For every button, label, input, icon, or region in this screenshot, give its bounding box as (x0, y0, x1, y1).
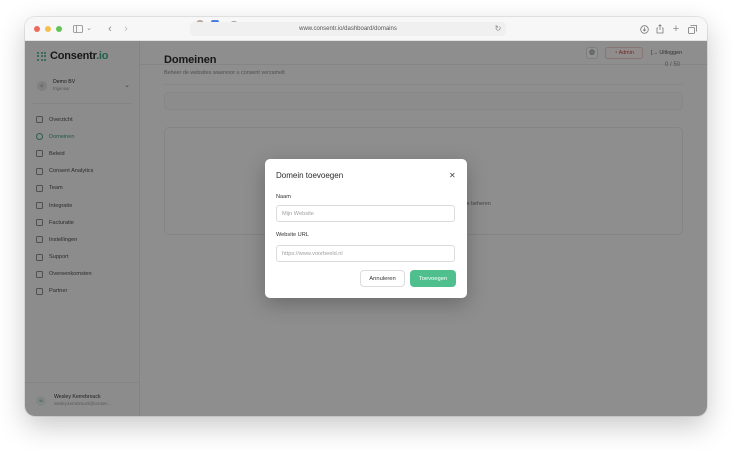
dialog-title: Domein toevoegen (276, 171, 344, 180)
reload-icon[interactable]: ↻ (494, 22, 502, 36)
domain-name-input[interactable] (276, 205, 455, 222)
add-domain-dialog: Domein toevoegen ✕ Naam Website URL Annu… (265, 159, 467, 298)
add-domain-button[interactable]: Toevoegen (410, 270, 456, 287)
browser-toolbar: ⌄ ‹ › www.consentr.io/dashboard/domains … (25, 17, 707, 41)
back-icon[interactable]: ‹ (106, 22, 114, 36)
cancel-button[interactable]: Annuleren (360, 270, 405, 287)
close-icon[interactable]: ✕ (449, 171, 456, 180)
share-icon[interactable] (655, 22, 665, 36)
url-label: Website URL (276, 232, 309, 238)
website-url-input[interactable] (276, 245, 455, 262)
new-tab-icon[interactable]: + (671, 22, 681, 36)
download-icon[interactable] (639, 22, 649, 36)
sidebar-toggle-icon[interactable] (72, 22, 84, 36)
chevron-down-icon[interactable]: ⌄ (86, 22, 92, 36)
name-label: Naam (276, 194, 291, 200)
screenshot-stage: ⌄ ‹ › www.consentr.io/dashboard/domains … (0, 0, 732, 450)
browser-window: ⌄ ‹ › www.consentr.io/dashboard/domains … (25, 17, 707, 416)
tabs-overview-icon[interactable] (687, 22, 697, 36)
minimize-window-button[interactable] (45, 26, 51, 32)
forward-icon[interactable]: › (122, 22, 130, 36)
url-text: www.consentr.io/dashboard/domains (299, 26, 397, 32)
address-bar[interactable]: www.consentr.io/dashboard/domains (190, 22, 506, 36)
close-window-button[interactable] (34, 26, 40, 32)
maximize-window-button[interactable] (56, 26, 62, 32)
